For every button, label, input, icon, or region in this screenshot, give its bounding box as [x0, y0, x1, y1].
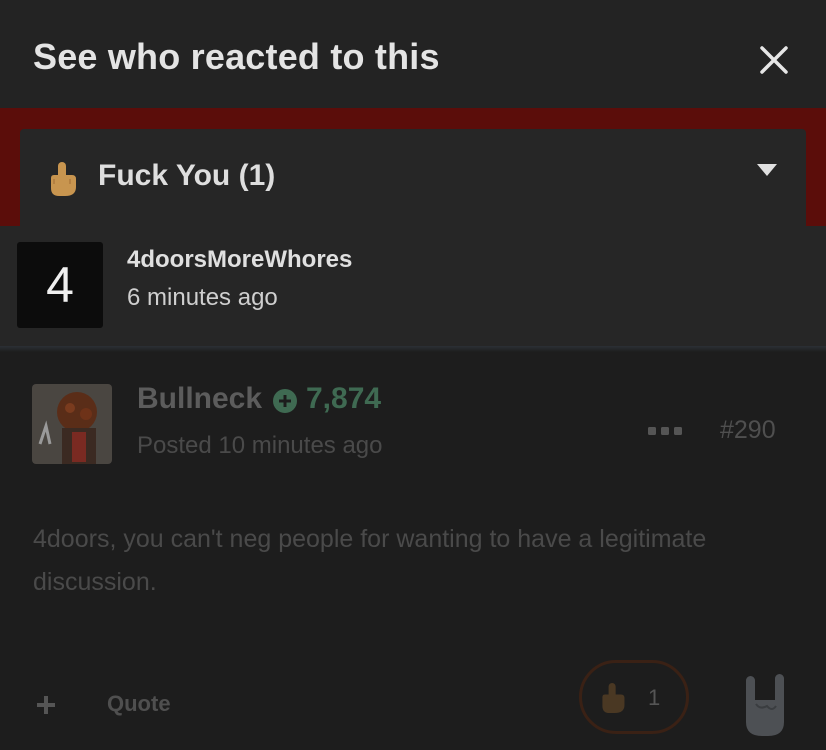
modal-title: See who reacted to this: [33, 36, 440, 77]
background-post: Bullneck 7,874 Posted 10 minutes ago #29…: [0, 352, 826, 750]
reaction-count: 1: [648, 685, 661, 710]
reputation-plus-icon: [273, 389, 297, 413]
reactor-list-item[interactable]: 4 4doorsMoreWhores 6 minutes ago: [0, 226, 826, 346]
author-avatar[interactable]: [32, 384, 112, 464]
close-icon[interactable]: [756, 42, 792, 78]
quote-button[interactable]: Quote: [107, 691, 171, 717]
reaction-group-label: Fuck You (1): [98, 159, 276, 192]
post-timestamp: Posted 10 minutes ago: [137, 432, 383, 459]
reactor-name[interactable]: 4doorsMoreWhores: [127, 246, 352, 274]
caret-down-icon[interactable]: [756, 163, 778, 177]
reaction-group-dropdown[interactable]: Fuck You (1): [20, 129, 806, 226]
reactor-avatar[interactable]: 4: [17, 242, 103, 328]
middle-finger-icon: [51, 162, 76, 196]
post-number-link[interactable]: #290: [720, 416, 776, 445]
more-options-icon[interactable]: [648, 426, 682, 436]
middle-finger-icon: [602, 683, 625, 713]
reactor-time: 6 minutes ago: [127, 284, 278, 311]
rock-hand-react-icon[interactable]: [740, 672, 790, 738]
post-body: 4doors, you can't neg people for wanting…: [33, 525, 707, 596]
reputation-count: 7,874: [306, 382, 382, 415]
modal-header: See who reacted to this: [0, 0, 826, 108]
reaction-summary-button[interactable]: 1: [579, 660, 689, 734]
author-name[interactable]: Bullneck: [137, 382, 262, 416]
add-icon[interactable]: [35, 694, 57, 716]
